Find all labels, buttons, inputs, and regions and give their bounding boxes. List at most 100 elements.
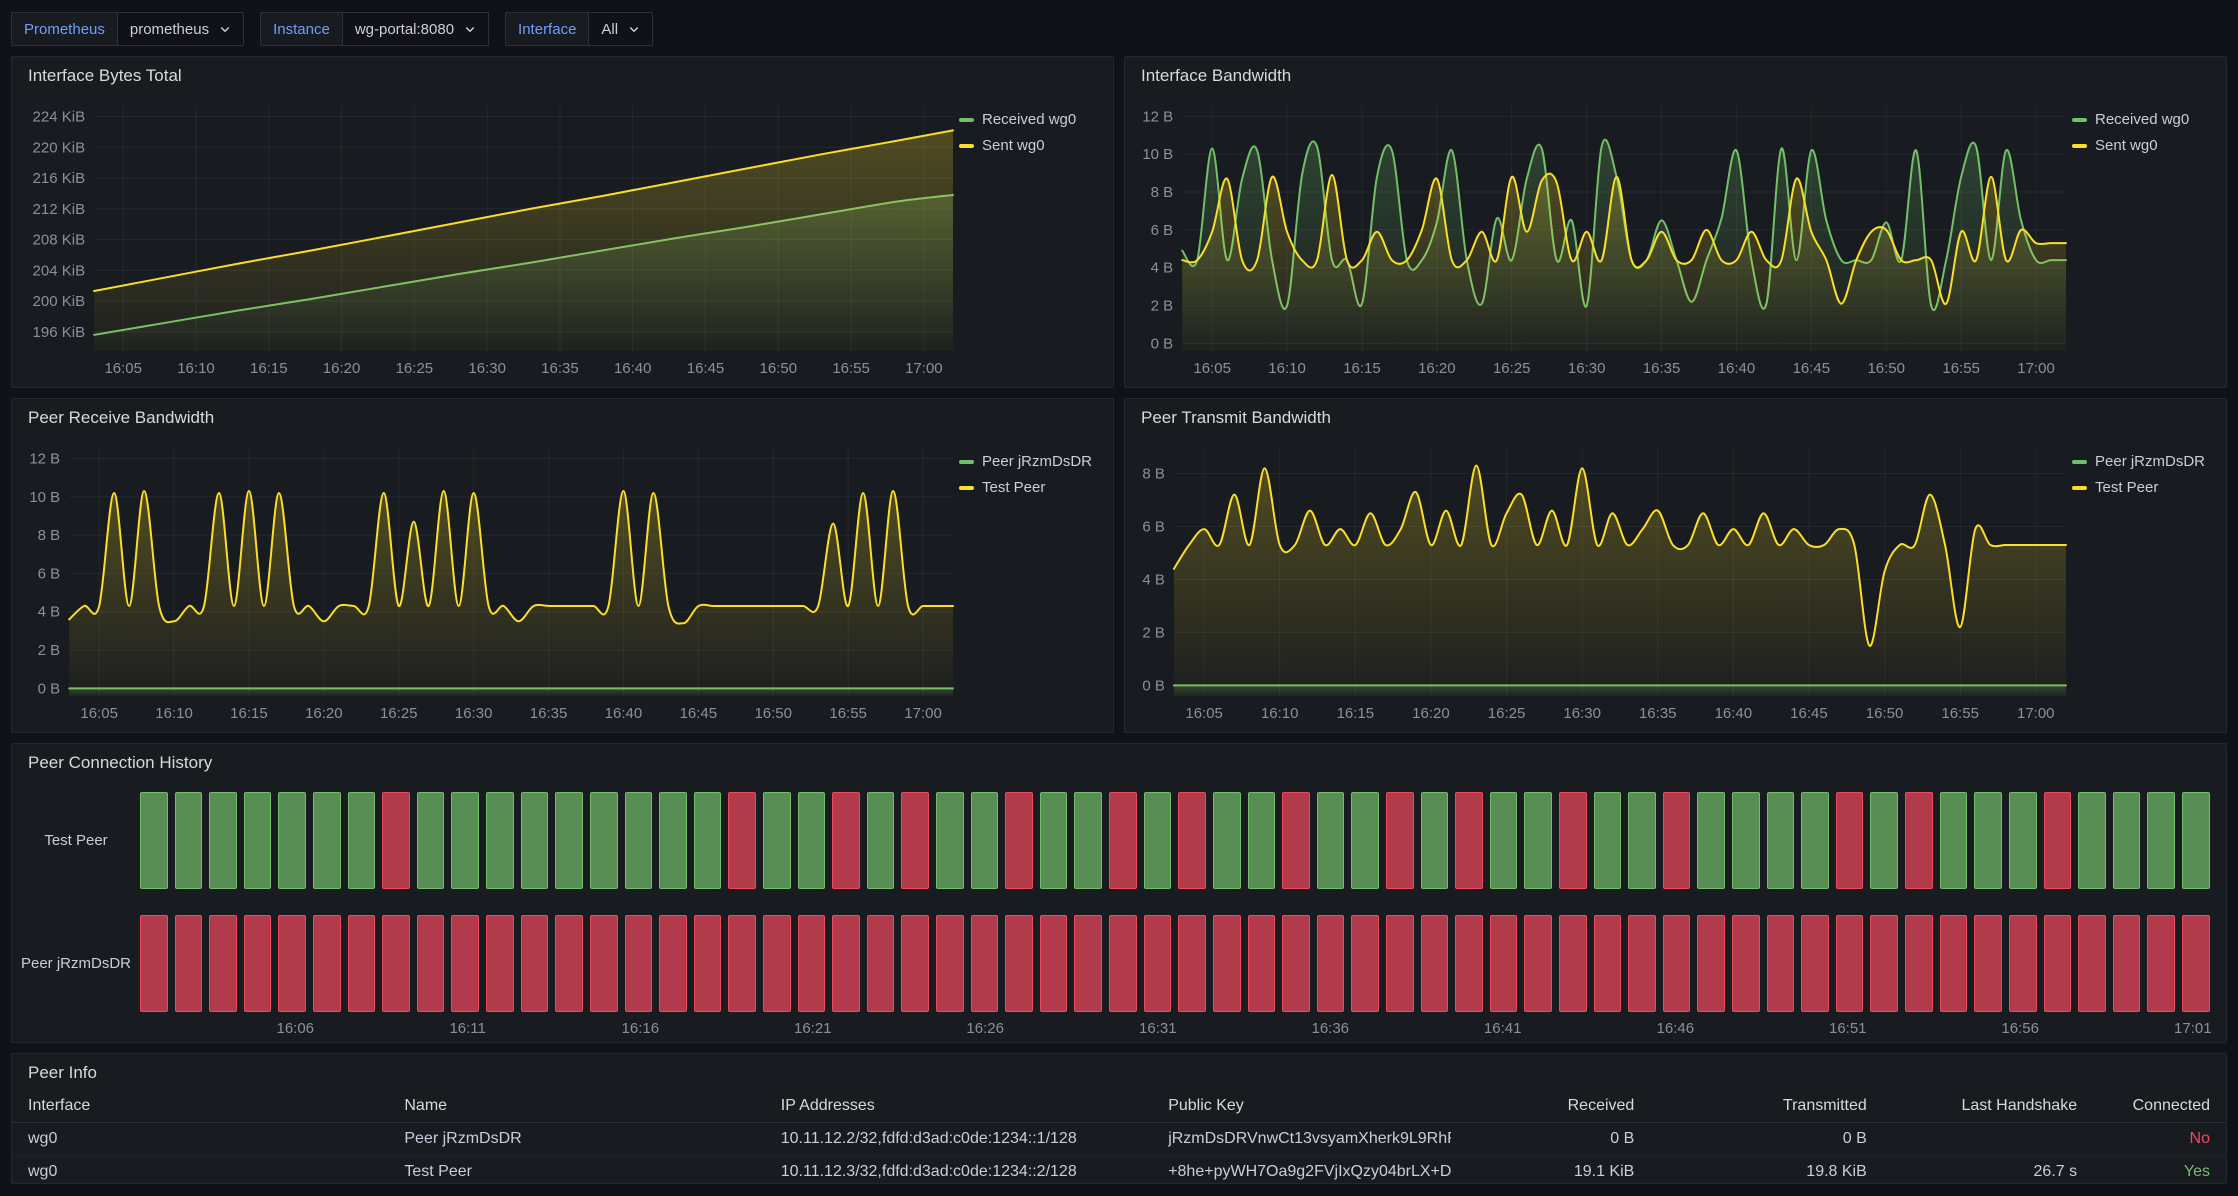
status-bar[interactable] <box>209 915 237 1012</box>
status-bar[interactable] <box>832 915 860 1012</box>
status-bar[interactable] <box>1386 915 1414 1012</box>
status-bar[interactable] <box>1974 792 2002 889</box>
status-bar[interactable] <box>798 915 826 1012</box>
status-bar[interactable] <box>590 915 618 1012</box>
status-bar[interactable] <box>175 792 203 889</box>
status-bar[interactable] <box>936 915 964 1012</box>
panel-header[interactable]: Interface Bandwidth <box>1125 57 2226 93</box>
status-bar[interactable] <box>1248 792 1276 889</box>
status-bar[interactable] <box>1940 915 1968 1012</box>
status-bar[interactable] <box>1697 792 1725 889</box>
time-series-chart[interactable]: 0 B2 B4 B6 B8 B10 B12 B16:0516:1016:1516… <box>1131 95 2072 381</box>
status-bar[interactable] <box>140 915 168 1012</box>
legend-item[interactable]: Received wg0 <box>2072 111 2214 128</box>
status-bar[interactable] <box>1455 792 1483 889</box>
status-bar[interactable] <box>244 915 272 1012</box>
status-bar[interactable] <box>1213 792 1241 889</box>
status-bar[interactable] <box>1005 915 1033 1012</box>
time-series-chart[interactable]: 0 B2 B4 B6 B8 B16:0516:1016:1516:2016:25… <box>1131 437 2072 726</box>
status-bar[interactable] <box>313 792 341 889</box>
status-bar[interactable] <box>625 792 653 889</box>
status-bar[interactable] <box>175 915 203 1012</box>
status-bar[interactable] <box>348 792 376 889</box>
chart-canvas[interactable]: 196 KiB200 KiB204 KiB208 KiB212 KiB216 K… <box>18 95 959 381</box>
status-bar[interactable] <box>1144 915 1172 1012</box>
status-bar[interactable] <box>1559 915 1587 1012</box>
status-bar[interactable] <box>244 792 272 889</box>
status-bar[interactable] <box>1178 915 1206 1012</box>
status-bar[interactable] <box>1490 792 1518 889</box>
status-bar[interactable] <box>867 915 895 1012</box>
status-bar[interactable] <box>1421 792 1449 889</box>
status-bar[interactable] <box>486 915 514 1012</box>
status-bar[interactable] <box>832 792 860 889</box>
status-bar[interactable] <box>1040 915 1068 1012</box>
status-bar[interactable] <box>590 792 618 889</box>
status-bar[interactable] <box>417 792 445 889</box>
status-bar[interactable] <box>694 915 722 1012</box>
status-bar[interactable] <box>2182 792 2210 889</box>
status-bar[interactable] <box>417 915 445 1012</box>
panel-header[interactable]: Peer Connection History <box>12 744 2226 780</box>
status-bar[interactable] <box>1767 915 1795 1012</box>
status-bar[interactable] <box>1109 915 1137 1012</box>
column-header-name[interactable]: Name <box>388 1090 764 1123</box>
status-bar[interactable] <box>1351 915 1379 1012</box>
column-header-last_handshake[interactable]: Last Handshake <box>1883 1090 2093 1123</box>
panel-header[interactable]: Interface Bytes Total <box>12 57 1113 93</box>
variable-instance-picker[interactable]: wg-portal:8080 <box>343 13 488 45</box>
status-bar[interactable] <box>1905 792 1933 889</box>
status-bar[interactable] <box>2044 792 2072 889</box>
status-bar[interactable] <box>1559 792 1587 889</box>
status-bar[interactable] <box>694 792 722 889</box>
status-bar[interactable] <box>1282 915 1310 1012</box>
status-bar[interactable] <box>798 792 826 889</box>
status-bar[interactable] <box>140 792 168 889</box>
status-bar[interactable] <box>901 792 929 889</box>
status-bar[interactable] <box>1455 915 1483 1012</box>
status-bar[interactable] <box>1282 792 1310 889</box>
status-bar[interactable] <box>1732 792 1760 889</box>
status-bar[interactable] <box>1109 792 1137 889</box>
status-bar[interactable] <box>2078 915 2106 1012</box>
status-bar[interactable] <box>763 792 791 889</box>
status-bar[interactable] <box>1074 792 1102 889</box>
status-bar[interactable] <box>1248 915 1276 1012</box>
status-bar[interactable] <box>763 915 791 1012</box>
legend-item[interactable]: Test Peer <box>2072 479 2214 496</box>
time-series-chart[interactable]: 196 KiB200 KiB204 KiB208 KiB212 KiB216 K… <box>18 95 959 381</box>
status-bar[interactable] <box>1213 915 1241 1012</box>
status-bar[interactable] <box>555 792 583 889</box>
status-bar[interactable] <box>2147 792 2175 889</box>
status-bar[interactable] <box>1870 792 1898 889</box>
variable-prometheus-picker[interactable]: prometheus <box>118 13 243 45</box>
status-bar[interactable] <box>451 792 479 889</box>
status-bar[interactable] <box>313 915 341 1012</box>
status-bar[interactable] <box>1801 792 1829 889</box>
status-bar[interactable] <box>1178 792 1206 889</box>
status-bar[interactable] <box>348 915 376 1012</box>
status-bar[interactable] <box>971 792 999 889</box>
legend-item[interactable]: Received wg0 <box>959 111 1101 128</box>
column-header-ips[interactable]: IP Addresses <box>765 1090 1152 1123</box>
status-bar[interactable] <box>1836 792 1864 889</box>
legend-item[interactable]: Peer jRzmDsDR <box>959 453 1101 470</box>
status-bar[interactable] <box>1351 792 1379 889</box>
status-bar[interactable] <box>901 915 929 1012</box>
status-bar[interactable] <box>1594 792 1622 889</box>
status-bar[interactable] <box>1074 915 1102 1012</box>
status-bar[interactable] <box>278 915 306 1012</box>
status-bar[interactable] <box>1663 915 1691 1012</box>
status-bar[interactable] <box>382 915 410 1012</box>
status-bar[interactable] <box>555 915 583 1012</box>
chart-canvas[interactable]: 0 B2 B4 B6 B8 B16:0516:1016:1516:2016:25… <box>1131 437 2072 726</box>
status-bar[interactable] <box>1317 792 1345 889</box>
status-bar[interactable] <box>1490 915 1518 1012</box>
status-bar[interactable] <box>1767 792 1795 889</box>
column-header-public_key[interactable]: Public Key <box>1152 1090 1451 1123</box>
status-bar[interactable] <box>278 792 306 889</box>
panel-header[interactable]: Peer Transmit Bandwidth <box>1125 399 2226 435</box>
variable-interface-picker[interactable]: All <box>589 13 652 45</box>
legend-item[interactable]: Sent wg0 <box>2072 137 2214 154</box>
status-bar[interactable] <box>1628 792 1656 889</box>
